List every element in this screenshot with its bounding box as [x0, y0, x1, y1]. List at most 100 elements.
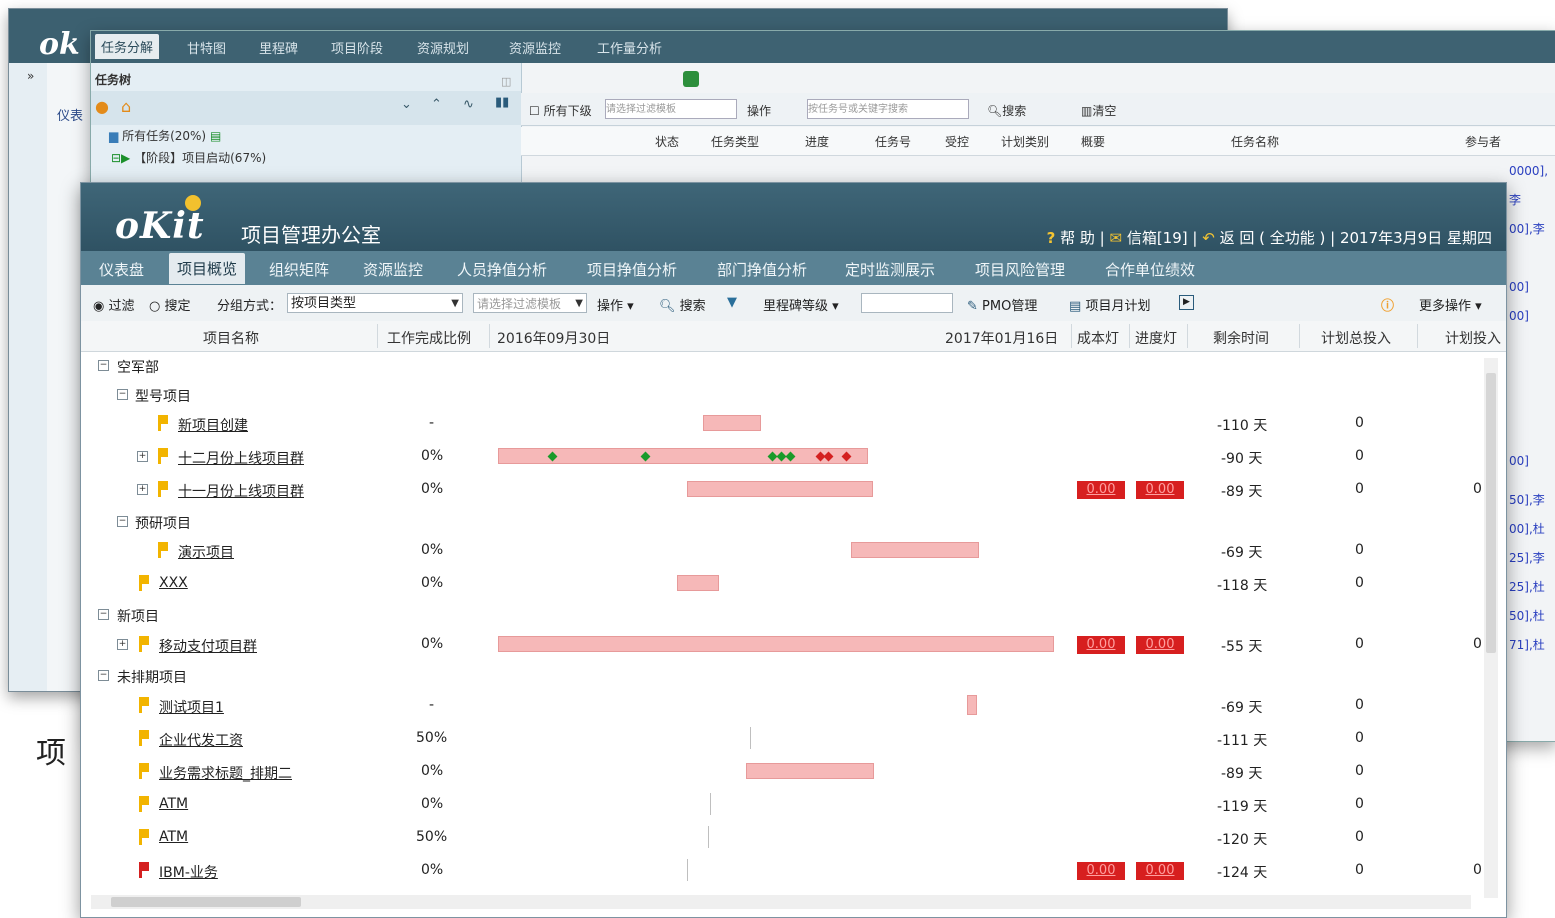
- project-link[interactable]: 演示项目: [178, 542, 234, 562]
- project-link[interactable]: 十二月份上线项目群: [178, 448, 304, 468]
- horizontal-scrollbar[interactable]: [91, 895, 1471, 909]
- project-link[interactable]: XXX: [159, 575, 188, 591]
- project-link[interactable]: ATM: [159, 796, 188, 812]
- project-link[interactable]: 企业代发工资: [159, 730, 243, 750]
- collapse-icon[interactable]: ◫: [501, 75, 511, 88]
- progress-lamp-red[interactable]: 0.00: [1136, 481, 1184, 499]
- project-link[interactable]: IBM-业务: [159, 862, 218, 882]
- filter-funnel-icon[interactable]: ▼: [727, 295, 737, 310]
- clear-button[interactable]: ▥清空: [1081, 102, 1116, 119]
- nav-partner-perf[interactable]: 合作单位绩效: [1105, 259, 1195, 280]
- task-search-input[interactable]: 按任务号或关键字搜索: [807, 99, 969, 119]
- monthly-plan-button[interactable]: ▤ 项目月计划: [1069, 295, 1150, 314]
- pencil-icon: ✎: [967, 299, 978, 314]
- milestone-level-menu[interactable]: 里程碑等级 ▾: [763, 295, 839, 314]
- nav-scheduled-monitor[interactable]: 定时监测展示: [845, 259, 935, 280]
- group-label[interactable]: 空军部: [117, 357, 159, 377]
- remaining-time: -90 天: [1221, 451, 1263, 467]
- nav-risk-mgmt[interactable]: 项目风险管理: [975, 259, 1065, 280]
- project-link[interactable]: 移动支付项目群: [159, 636, 257, 656]
- expand-tree-icon[interactable]: ∿: [463, 97, 474, 112]
- operate-menu[interactable]: 操作 ▾: [597, 295, 634, 314]
- progress-lamp-red[interactable]: 0.00: [1136, 862, 1184, 880]
- gantt-bar[interactable]: [703, 415, 761, 431]
- project-link[interactable]: 测试项目1: [159, 697, 224, 717]
- nav-dashboard[interactable]: 仪表盘: [99, 259, 144, 280]
- chevron-up-icon[interactable]: ⌃: [431, 97, 442, 112]
- vertical-scrollbar[interactable]: [1484, 358, 1498, 898]
- gantt-bar[interactable]: [967, 695, 977, 715]
- gantt-bar[interactable]: [677, 575, 719, 591]
- more-actions-menu[interactable]: 更多操作 ▾: [1419, 295, 1482, 314]
- collapse-toggle[interactable]: −: [98, 670, 109, 681]
- group-by-select[interactable]: 按项目类型 ▼: [287, 293, 463, 313]
- locate-radio[interactable]: ○ 搜定: [149, 295, 191, 314]
- help-link[interactable]: 帮 助: [1060, 229, 1095, 247]
- project-link[interactable]: 新项目创建: [178, 415, 248, 435]
- operate-menu[interactable]: 操作: [747, 102, 771, 119]
- expand-toggle[interactable]: +: [137, 484, 148, 495]
- search-button[interactable]: 🔍︎ 搜索: [659, 295, 706, 314]
- filter-radio[interactable]: ◉ 过滤: [93, 295, 135, 314]
- filter-template-select[interactable]: 请选择过滤模板 ▼: [473, 293, 587, 313]
- back-tab-3[interactable]: 项目阶段: [331, 38, 383, 57]
- tree-root[interactable]: ▆ 所有任务(20%) ▤: [109, 127, 221, 144]
- project-link[interactable]: ATM: [159, 829, 188, 845]
- back-tab-5[interactable]: 资源监控: [509, 38, 561, 57]
- back-tab-4[interactable]: 资源规划: [417, 38, 469, 57]
- group-label[interactable]: 新项目: [117, 606, 159, 626]
- nav-resource-monitor[interactable]: 资源监控: [363, 259, 423, 280]
- scrollbar-thumb[interactable]: [111, 897, 301, 907]
- group-label[interactable]: 未排期项目: [117, 667, 187, 687]
- planned-total: 0: [1355, 415, 1364, 431]
- refresh-icon[interactable]: [683, 71, 699, 87]
- nav-org-matrix[interactable]: 组织矩阵: [269, 259, 329, 280]
- expand-icon[interactable]: »: [27, 69, 34, 83]
- back-link[interactable]: 返 回 ( 全功能 ): [1220, 229, 1326, 247]
- tree-phase[interactable]: ⊟▶ 【阶段】项目启动(67%): [111, 149, 266, 166]
- cost-lamp-red[interactable]: 0.00: [1077, 862, 1125, 880]
- gantt-bar[interactable]: [851, 542, 979, 558]
- subgroup-label[interactable]: 型号项目: [135, 386, 191, 406]
- divider: [1129, 324, 1130, 348]
- nav-staff-ev[interactable]: 人员挣值分析: [457, 259, 547, 280]
- back-tab-6[interactable]: 工作量分析: [597, 38, 662, 57]
- collapse-toggle[interactable]: −: [98, 360, 109, 371]
- gantt-bar[interactable]: [498, 636, 1054, 652]
- project-link[interactable]: 业务需求标题_排期二: [159, 763, 292, 783]
- subgroup-label[interactable]: 预研项目: [135, 513, 191, 533]
- cost-lamp-red[interactable]: 0.00: [1077, 481, 1125, 499]
- project-link[interactable]: 十一月份上线项目群: [178, 481, 304, 501]
- nav-dept-ev[interactable]: 部门挣值分析: [717, 259, 807, 280]
- help-circle-icon[interactable]: ⓘ: [1381, 295, 1394, 314]
- milestone-level-input[interactable]: [861, 293, 953, 313]
- nav-project-ev[interactable]: 项目挣值分析: [587, 259, 677, 280]
- collapse-toggle[interactable]: −: [117, 389, 128, 400]
- back-tab-dashboard[interactable]: 仪表: [57, 105, 83, 124]
- chevron-down-icon[interactable]: ⌄: [401, 97, 412, 112]
- collapse-toggle[interactable]: −: [98, 609, 109, 620]
- collapse-toggle[interactable]: −: [117, 516, 128, 527]
- mailbox-link[interactable]: 信箱[19]: [1127, 229, 1188, 247]
- flag-icon: [139, 730, 149, 746]
- play-icon[interactable]: ▶: [1179, 295, 1194, 310]
- scrollbar-thumb[interactable]: [1486, 373, 1496, 653]
- lock-icon[interactable]: ●: [95, 97, 109, 116]
- nav-project-overview[interactable]: 项目概览: [169, 253, 246, 284]
- expand-toggle[interactable]: +: [137, 451, 148, 462]
- gantt-bar[interactable]: [746, 763, 874, 779]
- expand-toggle[interactable]: +: [117, 639, 128, 650]
- back-search-button[interactable]: 🔍︎搜索: [987, 102, 1026, 119]
- phase-icon: ⊟▶: [111, 151, 131, 165]
- back-tab-2[interactable]: 里程碑: [259, 38, 298, 57]
- bar-chart-icon[interactable]: ▮▮: [495, 95, 509, 110]
- filter-template-select[interactable]: 请选择过滤模板: [605, 99, 737, 119]
- include-sub-checkbox[interactable]: ☐ 所有下级: [529, 102, 592, 119]
- lock-open-icon[interactable]: ⌂: [121, 97, 131, 116]
- progress-lamp-red[interactable]: 0.00: [1136, 636, 1184, 654]
- pmo-button[interactable]: ✎ PMO管理: [967, 295, 1037, 314]
- back-tab-1[interactable]: 甘特图: [187, 38, 226, 57]
- cost-lamp-red[interactable]: 0.00: [1077, 636, 1125, 654]
- back-tab-0[interactable]: 任务分解: [95, 34, 160, 59]
- gantt-bar[interactable]: [687, 481, 873, 497]
